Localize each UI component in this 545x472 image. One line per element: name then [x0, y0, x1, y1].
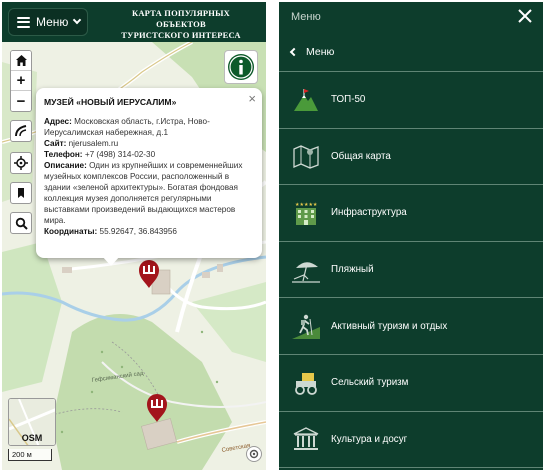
menu-item-label: Инфраструктура — [331, 207, 407, 219]
layer-switcher[interactable]: OSM — [8, 398, 56, 446]
bookmark-button[interactable] — [10, 182, 32, 204]
settings-icon — [249, 449, 259, 459]
menu-item-label: Пляжный — [331, 264, 374, 276]
popup-site-link[interactable]: njerusalem.ru — [69, 139, 119, 148]
crosshair-icon — [14, 156, 28, 170]
menu-header-label: Меню — [291, 11, 321, 23]
hiker-icon — [291, 312, 321, 340]
menu-item-infrastructure[interactable]: ★★★★★ Инфраструктура — [279, 185, 543, 242]
museum-building-icon — [291, 425, 321, 453]
popup-phone: Телефон: +7 (498) 314-02-30 — [44, 150, 156, 159]
menu-item-label: ТОП-50 — [331, 94, 366, 106]
menu-back-button[interactable]: Меню — [279, 32, 543, 72]
map-panel[interactable]: Гефсиманский сад Советская Меню КАРТА ПО… — [2, 2, 266, 470]
menu-item-label: Сельский туризм — [331, 377, 409, 389]
locate-button[interactable] — [10, 152, 32, 174]
attribution-button[interactable] — [246, 446, 262, 462]
home-icon — [15, 55, 27, 66]
menu-button-label: Меню — [36, 15, 69, 29]
map-controls: + − — [10, 50, 32, 112]
zoom-out-button[interactable]: − — [11, 91, 31, 111]
popup-site: Сайт: njerusalem.ru — [44, 139, 119, 148]
info-button[interactable] — [224, 50, 258, 84]
menu-item-top50[interactable]: ТОП-50 — [279, 72, 543, 129]
map-title-line-1: КАРТА ПОПУЛЯРНЫХ ОБЪЕКТОВ — [131, 8, 231, 29]
scale-bar: 200 м — [8, 449, 52, 461]
layer-label: OSM — [21, 433, 43, 443]
chevron-left-icon — [289, 47, 299, 56]
object-popup: × МУЗЕЙ «НОВЫЙ ИЕРУСАЛИМ» Адрес: Московс… — [36, 88, 262, 258]
menu-item-beach[interactable]: Пляжный — [279, 242, 543, 299]
menu-button[interactable]: Меню — [8, 8, 88, 36]
map-header: Меню КАРТА ПОПУЛЯРНЫХ ОБЪЕКТОВ ТУРИСТСКО… — [2, 2, 266, 42]
menu-panel: Меню Меню ТОП-50 Общая карта ★★★★★ Инфра… — [279, 2, 543, 470]
map-title: КАРТА ПОПУЛЯРНЫХ ОБЪЕКТОВ ТУРИСТСКОГО ИН… — [106, 8, 256, 41]
popup-description: Описание: Один из крупнейших и современн… — [44, 161, 243, 225]
popup-close-button[interactable]: × — [248, 91, 256, 106]
home-button[interactable] — [11, 51, 31, 71]
popup-tail — [102, 256, 120, 266]
svg-text:★★★★★: ★★★★★ — [295, 202, 318, 208]
tractor-icon — [291, 369, 321, 397]
hotel-building-icon: ★★★★★ — [291, 199, 321, 227]
beach-umbrella-icon — [291, 256, 321, 284]
menu-item-general-map[interactable]: Общая карта — [279, 129, 543, 186]
menu-item-label: Общая карта — [331, 150, 391, 162]
route-button[interactable] — [10, 120, 32, 142]
popup-address: Адрес: Московская область, г.Истра, Ново… — [44, 117, 210, 137]
popup-title: МУЗЕЙ «НОВЫЙ ИЕРУСАЛИМ» — [44, 97, 177, 107]
mountain-flag-icon — [291, 86, 321, 114]
menu-top-bar: Меню — [279, 2, 543, 32]
menu-item-active-tourism[interactable]: Активный туризм и отдых — [279, 298, 543, 355]
search-button[interactable] — [10, 212, 32, 234]
info-icon — [228, 54, 254, 80]
close-icon[interactable] — [517, 8, 533, 24]
bookmark-icon — [18, 188, 24, 198]
hamburger-icon — [17, 16, 30, 28]
menu-item-label: Культура и досуг — [331, 433, 408, 445]
popup-coordinates: Координаты: 55.92647, 36.843956 — [44, 227, 177, 236]
menu-back-label: Меню — [306, 45, 335, 58]
folded-map-icon — [291, 142, 321, 170]
search-icon — [15, 217, 28, 230]
menu-item-rural-tourism[interactable]: Сельский туризм — [279, 355, 543, 412]
route-icon — [15, 125, 27, 137]
menu-item-label: Активный туризм и отдых — [331, 320, 448, 332]
map-title-line-2: ТУРИСТСКОГО ИНТЕРЕСА — [121, 30, 241, 40]
chevron-down-icon — [73, 15, 82, 25]
zoom-in-button[interactable]: + — [11, 71, 31, 91]
menu-item-culture[interactable]: Культура и досуг — [279, 412, 543, 469]
